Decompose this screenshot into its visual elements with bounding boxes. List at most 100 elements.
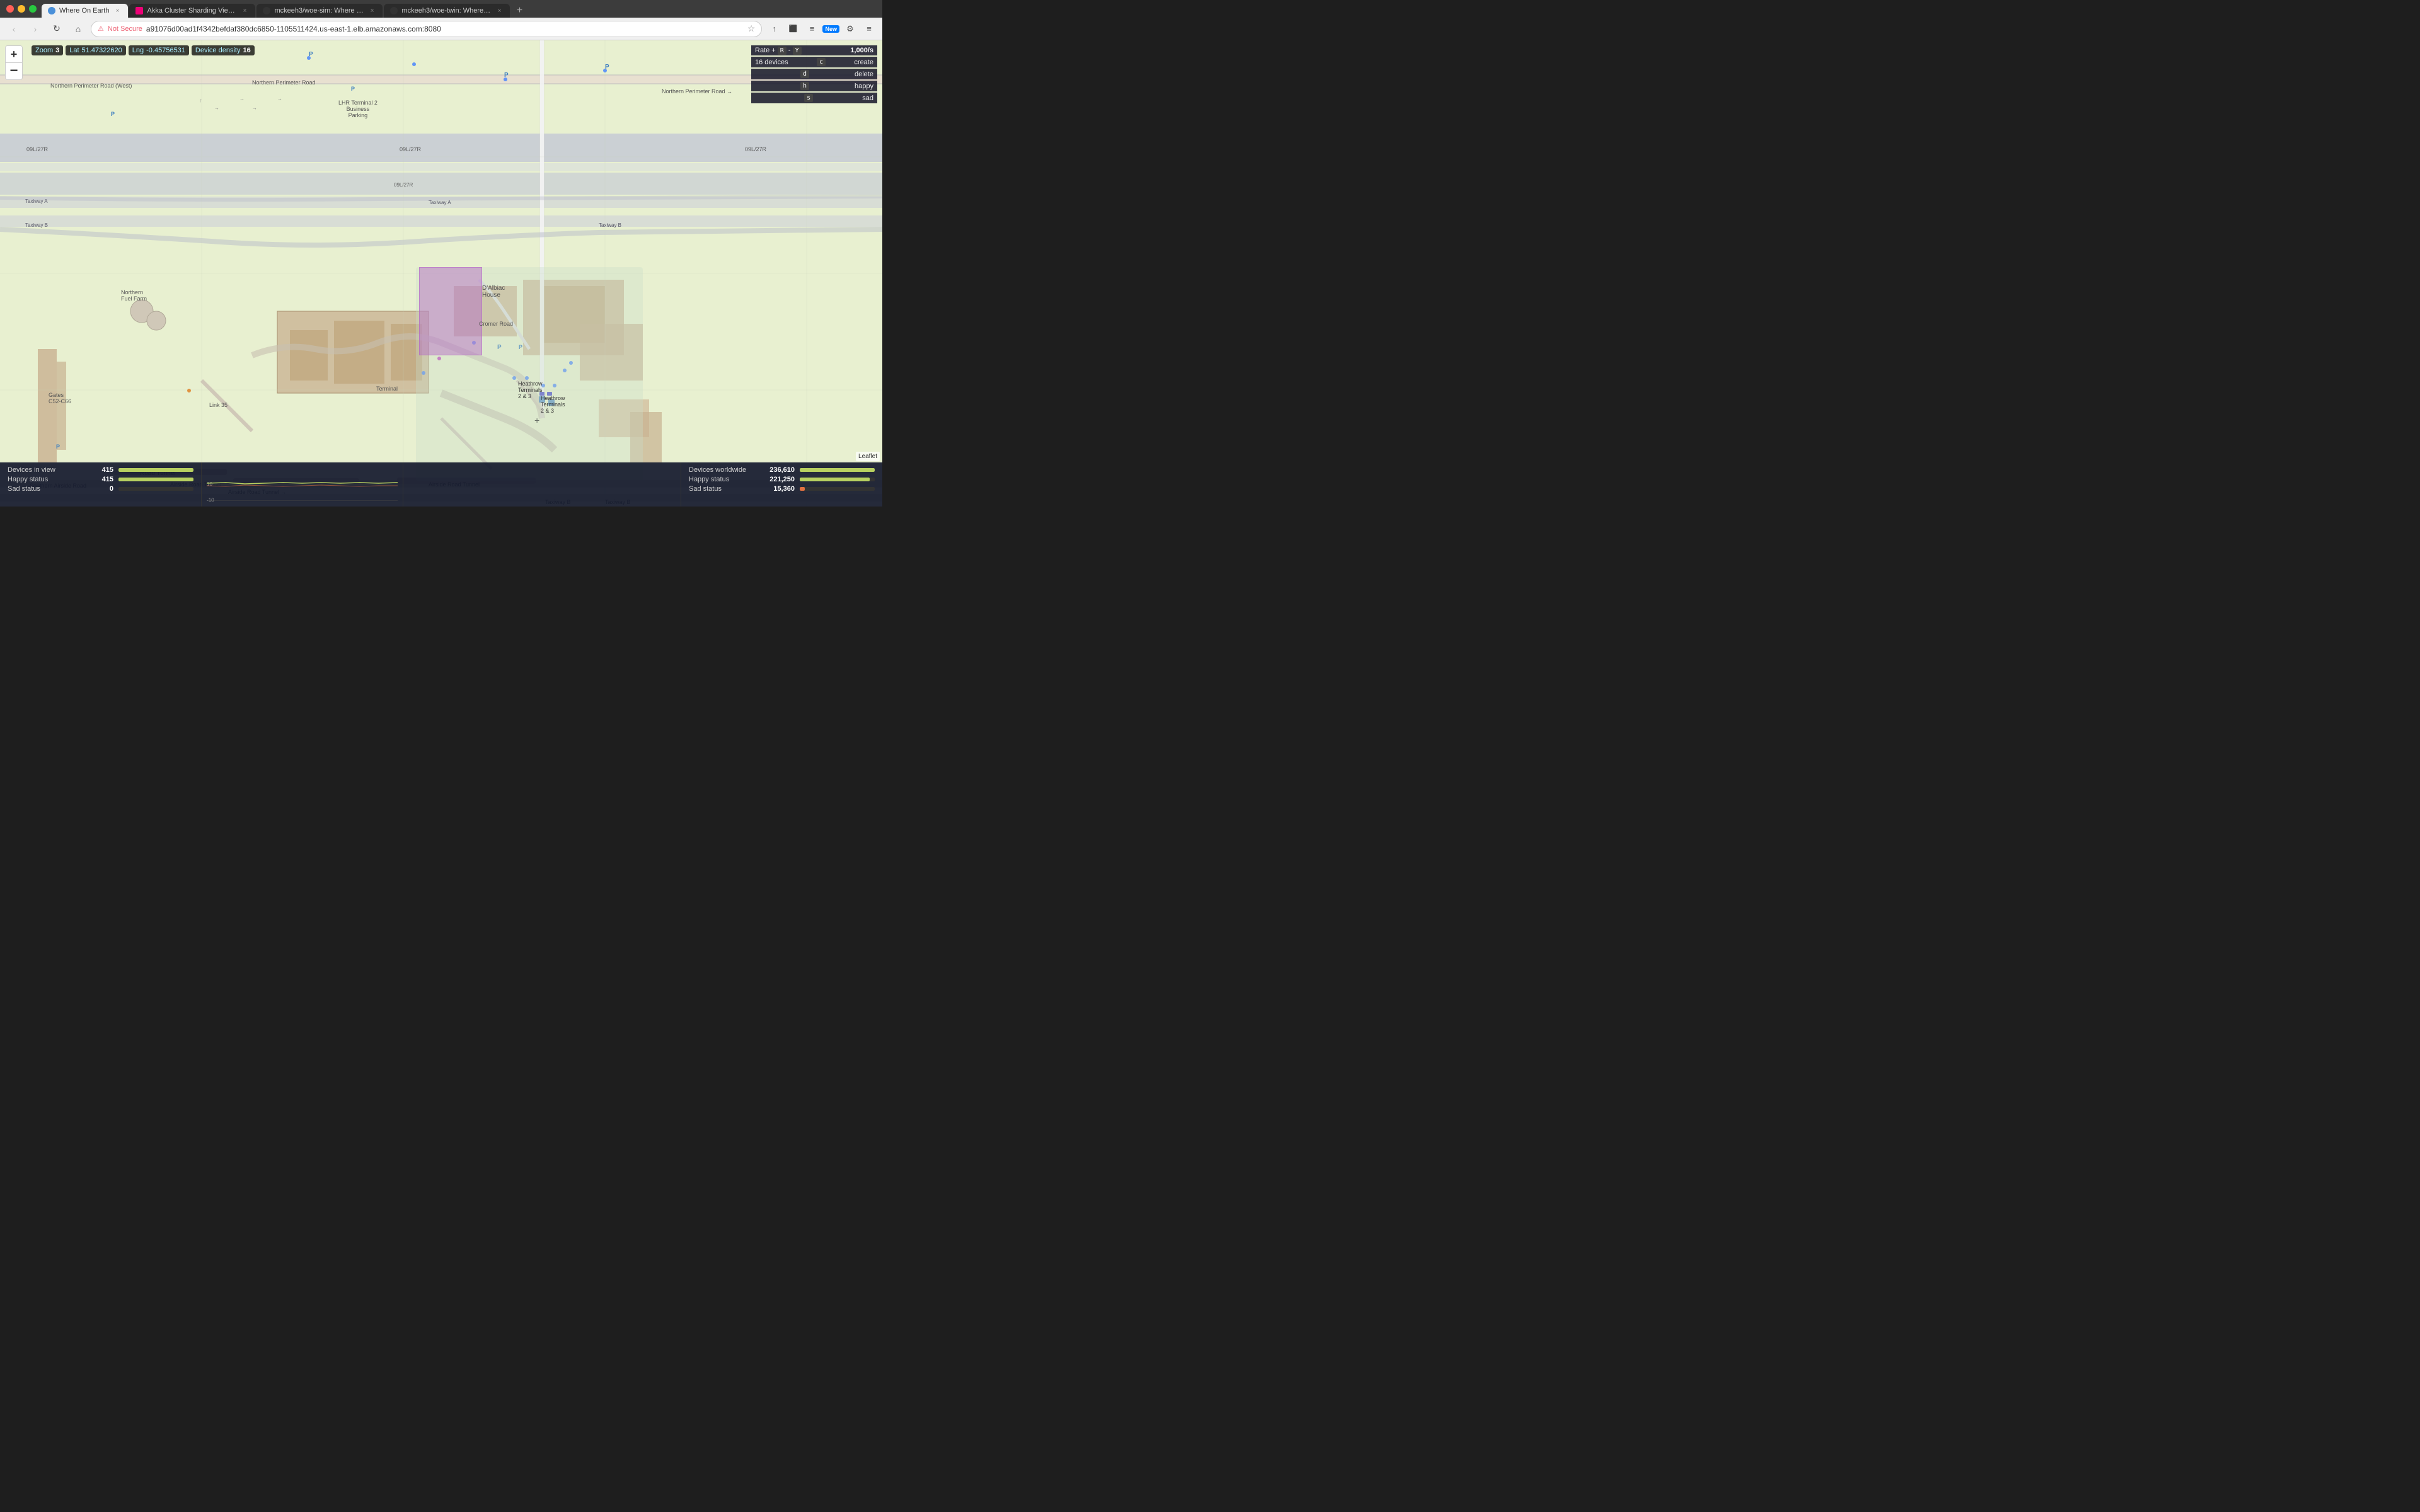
svg-text:Taxiway B: Taxiway B [25,222,48,228]
minimize-button[interactable] [18,5,25,13]
tab-where-on-earth[interactable]: Where On Earth × [42,4,128,18]
sad-label: sad [862,94,873,102]
extensions-icon[interactable]: ⬛ [785,21,801,37]
home-button[interactable]: ⌂ [69,20,87,38]
map-container[interactable]: → → → → → P P P P P P P P + [0,40,882,507]
tab-title-2: Akka Cluster Sharding Viewer [147,7,236,14]
northern-fuel-farm-label: NorthernFuel Farm [121,289,147,302]
terminal-highlight [419,267,482,355]
close-button[interactable] [6,5,14,13]
devices-in-view-value: 415 [82,466,113,474]
device-density-chip: Device density 16 [192,45,255,55]
chart-svg: 10 -10 [207,465,398,504]
bookmark-icon[interactable]: ☆ [747,23,756,34]
delete-key: d [800,70,809,78]
address-bar: ‹ › ↻ ⌂ ⚠ Not Secure a91076d00ad1f4342be… [0,18,882,40]
zoom-out-button[interactable]: − [6,63,22,79]
rate-r-key: R [778,47,786,55]
map-controls: + − [5,45,23,80]
tab-favicon-2 [135,7,143,14]
create-key: c [817,58,826,66]
sad-row: s sad [751,93,877,103]
rate-label: Rate + R - Y [755,47,802,54]
device-density-value: 16 [243,47,250,54]
svg-text:→: → [214,105,219,111]
devices-worldwide-bar [800,468,875,472]
heathrow-terminals-label-2: HeathrowTerminals2 & 3 [541,395,565,414]
tab-close-2[interactable]: × [240,6,249,15]
svg-text:P: P [504,72,509,79]
create-label: create [854,59,873,66]
svg-text:P: P [56,444,60,450]
tab-close-4[interactable]: × [495,6,504,15]
tabs-bar: Where On Earth × Akka Cluster Sharding V… [37,0,882,18]
tab-title-3: mckeeh3/woe-sim: Where On... [274,7,364,14]
lng-value: -0.45756531 [146,47,185,54]
link-35-label: Link 35 [209,402,228,408]
new-badge: New [822,25,839,33]
devices-in-view-row: Devices in view 415 [8,466,193,474]
delete-label: delete [855,71,873,78]
new-tab-button[interactable]: + [511,4,527,18]
09l-27r-right: 09L/27R [745,146,766,152]
lat-label: Lat [69,47,79,54]
tab-close-1[interactable]: × [113,6,122,15]
sad-status-value-left: 0 [82,485,113,493]
happy-status-label-right: Happy status [689,476,758,483]
happy-status-label-left: Happy status [8,476,77,483]
maximize-button[interactable] [29,5,37,13]
zoom-in-button[interactable]: + [6,46,22,62]
svg-text:P: P [605,64,609,71]
tab-woe-twin[interactable]: mckeeh3/woe-twin: Where On... × [384,4,510,18]
forward-button[interactable]: › [26,20,44,38]
map-info-bar: Zoom 3 Lat 51.47322620 Lng -0.45756531 D… [32,45,255,55]
svg-text:→: → [252,105,257,111]
sad-status-row-right: Sad status 15,360 [689,485,875,493]
zoom-label: Zoom [35,47,53,54]
svg-text:Taxiway B: Taxiway B [599,222,621,228]
gates-c52-c66-label: GatesC52-C66 [49,392,71,404]
tab-close-3[interactable]: × [367,6,376,15]
device-density-label: Device density [195,47,241,54]
refresh-button[interactable]: ↻ [48,20,66,38]
bottom-panel: Devices in view 415 Happy status 415 Sad… [0,462,882,507]
lat-chip: Lat 51.47322620 [66,45,126,55]
northern-perimeter-label-2: Northern Perimeter Road [252,79,316,86]
northern-perimeter-label: Northern Perimeter Road (West) [50,83,132,89]
tab-favicon-4 [390,7,398,14]
zoom-controls: + − [5,45,23,80]
devices-worldwide-label: Devices worldwide [689,466,758,474]
devices-in-view-bar [118,468,193,472]
rate-value: 1,000/s [850,47,873,54]
not-secure-label: Not Secure [108,25,142,33]
sad-status-label-right: Sad status [689,485,758,493]
share-icon[interactable]: ↑ [766,21,782,37]
09l-27r-center: 09L/27R [400,146,421,152]
lng-label: Lng [132,47,144,54]
tab-woe-sim[interactable]: mckeeh3/woe-sim: Where On... × [256,4,383,18]
svg-text:P: P [111,111,115,117]
settings-icon[interactable]: ⚙ [842,21,858,37]
address-input-wrap[interactable]: ⚠ Not Secure a91076d00ad1f4342befdaf380d… [91,21,762,37]
rate-control: Rate + R - Y 1,000/s [751,45,877,55]
left-stats-section: Devices in view 415 Happy status 415 Sad… [0,462,202,507]
svg-text:→: → [197,98,203,103]
devices-worldwide-row: Devices worldwide 236,610 [689,466,875,474]
lat-value: 51.47322620 [82,47,122,54]
svg-text:→: → [277,96,282,101]
reader-icon[interactable]: ≡ [804,21,820,37]
happy-bar-left [118,478,193,481]
lhr-terminal-label: LHR Terminal 2BusinessParking [338,100,377,118]
devices-count: 16 devices [755,59,788,66]
happy-bar-wrap-right [800,478,875,481]
svg-text:Taxiway A: Taxiway A [25,198,48,204]
devices-worldwide-bar-wrap [800,468,875,472]
tab-akka[interactable]: Akka Cluster Sharding Viewer × [129,4,255,18]
menu-icon[interactable]: ≡ [861,21,877,37]
happy-label: happy [855,83,873,90]
back-button[interactable]: ‹ [5,20,23,38]
heathrow-terminals-label: HeathrowTerminals2 & 3 [518,381,543,399]
tab-title-4: mckeeh3/woe-twin: Where On... [401,7,491,14]
happy-bar-wrap-left [118,478,193,481]
tab-favicon-1 [48,7,55,14]
